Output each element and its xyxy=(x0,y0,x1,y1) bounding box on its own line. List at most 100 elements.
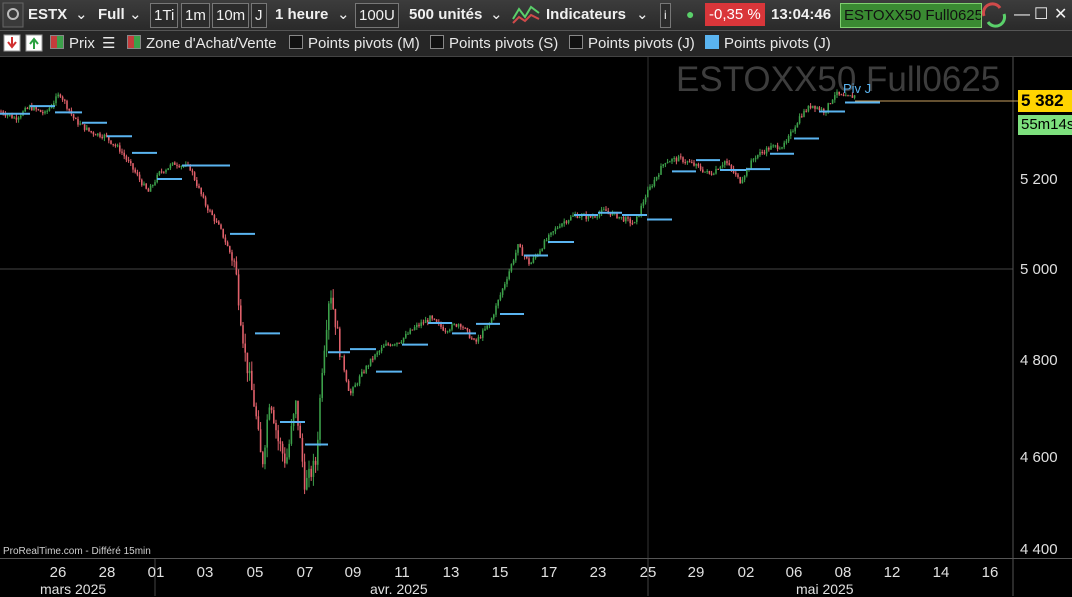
candle-body xyxy=(279,441,282,444)
sell-order-icon[interactable] xyxy=(3,34,21,55)
candle-body xyxy=(757,154,759,158)
candle-body xyxy=(270,407,273,411)
minimize-window-icon[interactable]: — xyxy=(1014,3,1030,26)
candle-body xyxy=(132,163,134,170)
list-menu-icon[interactable]: ☰ xyxy=(102,33,115,54)
candle-body xyxy=(708,171,711,174)
candle-body xyxy=(134,169,136,173)
pivots-daily-label: Points pivots (J) xyxy=(588,35,695,52)
candle-body xyxy=(119,145,121,152)
pivots-weekly-checkbox[interactable] xyxy=(430,35,444,49)
settings-wrench-icon[interactable] xyxy=(2,2,24,28)
candle-body xyxy=(420,322,422,326)
candle-body xyxy=(820,108,823,110)
candle-body xyxy=(273,410,275,423)
indicators-dropdown-chevron-icon[interactable]: ⌄ xyxy=(636,3,649,26)
x-tick-09: 09 xyxy=(344,564,362,581)
candle-body xyxy=(662,164,664,167)
price-chart[interactable] xyxy=(0,57,1072,559)
x-tick-13: 13 xyxy=(442,564,460,581)
candle-body xyxy=(86,127,88,130)
candle-body xyxy=(39,109,42,113)
symbol-selector[interactable]: ESTX xyxy=(28,3,67,26)
candle-body xyxy=(699,166,702,170)
y-tick-4600: 4 600 xyxy=(1020,449,1058,466)
candle-body xyxy=(774,145,777,147)
close-window-icon[interactable]: ✕ xyxy=(1054,3,1067,26)
zone-toggle[interactable]: Zone d'Achat/Vente xyxy=(127,33,276,54)
timeframe-day-button[interactable]: J xyxy=(251,3,267,28)
pivots-monthly-checkbox[interactable] xyxy=(289,35,303,49)
candle-body xyxy=(501,288,504,295)
candle-body xyxy=(295,400,297,415)
timeframe-10m-button[interactable]: 10m xyxy=(212,3,250,28)
candle-body xyxy=(369,358,372,366)
refresh-arrows-icon[interactable] xyxy=(980,2,1008,28)
candle-body xyxy=(35,106,37,110)
pivots-daily-toggle[interactable]: Points pivots (J) xyxy=(569,33,695,54)
candle-body xyxy=(114,144,117,146)
candle-body xyxy=(796,123,799,128)
candle-body xyxy=(299,425,301,438)
candle-body xyxy=(332,297,334,309)
timeframe-1ti-button[interactable]: 1Ti xyxy=(150,3,179,28)
daily-change-badge: -0,35 % xyxy=(705,3,765,26)
candle-body xyxy=(831,99,834,104)
candle-body xyxy=(486,325,488,329)
pivots-daily-active-swatch[interactable] xyxy=(705,35,719,49)
candle-body xyxy=(809,105,812,108)
mode-dropdown-chevron-icon[interactable]: ⌄ xyxy=(129,3,142,26)
buy-order-icon[interactable] xyxy=(25,34,43,55)
symbol-dropdown-chevron-icon[interactable]: ⌄ xyxy=(75,3,88,26)
instrument-name-box[interactable]: ESTOXX50 Full0625 xyxy=(840,3,982,28)
candle-body xyxy=(90,131,92,133)
chart-watermark: ESTOXX50 Full0625 xyxy=(676,60,1001,99)
candle-body xyxy=(328,303,330,330)
candle-body xyxy=(400,341,403,343)
candle-body xyxy=(759,152,761,155)
pivots-monthly-toggle[interactable]: Points pivots (M) xyxy=(289,33,420,54)
candle-body xyxy=(101,136,103,139)
candle-body xyxy=(13,117,15,119)
candle-body xyxy=(794,127,796,132)
candle-body xyxy=(649,186,651,190)
price-color-swatch xyxy=(50,35,64,49)
price-label: Prix xyxy=(69,35,95,52)
x-tick-14: 14 xyxy=(932,564,950,581)
candle-body xyxy=(805,110,807,112)
candle-body xyxy=(510,264,513,272)
info-icon[interactable]: i xyxy=(660,3,671,28)
pivots-daily-checkbox[interactable] xyxy=(569,35,583,49)
timeframe-selector[interactable]: 1 heure xyxy=(275,3,328,26)
candle-body xyxy=(196,179,198,186)
candle-body xyxy=(83,124,86,130)
timeframe-dropdown-chevron-icon[interactable]: ⌄ xyxy=(337,3,350,26)
candle-body xyxy=(211,210,213,216)
candle-body xyxy=(504,284,506,289)
maximize-window-icon[interactable]: ☐ xyxy=(1034,3,1048,26)
pivots-daily-active-toggle[interactable]: Points pivots (J) xyxy=(705,33,831,54)
units-100-button[interactable]: 100U xyxy=(355,3,399,28)
indicators-menu[interactable]: Indicateurs xyxy=(546,3,626,26)
timeframe-1m-button[interactable]: 1m xyxy=(181,3,210,28)
candle-body xyxy=(572,215,574,217)
candle-body xyxy=(680,156,682,158)
indicators-icon[interactable] xyxy=(511,1,541,28)
candle-body xyxy=(618,216,620,219)
candle-body xyxy=(154,182,156,185)
y-tick-4400: 4 400 xyxy=(1020,541,1058,558)
clock-time: 13:04:46 xyxy=(771,6,832,23)
candle-body xyxy=(26,107,29,109)
price-toggle[interactable]: Prix xyxy=(50,33,95,54)
units-dropdown-chevron-icon[interactable]: ⌄ xyxy=(490,3,503,26)
candle-body xyxy=(761,152,763,154)
candle-body xyxy=(130,161,132,164)
contract-mode-selector[interactable]: Full xyxy=(98,3,125,26)
candle-body xyxy=(517,244,519,253)
units-selector[interactable]: 500 unités xyxy=(409,3,482,26)
candle-body xyxy=(671,158,673,162)
pivots-weekly-toggle[interactable]: Points pivots (S) xyxy=(430,33,558,54)
candle-body xyxy=(174,162,176,165)
candle-body xyxy=(477,337,480,342)
candle-body xyxy=(642,202,645,206)
